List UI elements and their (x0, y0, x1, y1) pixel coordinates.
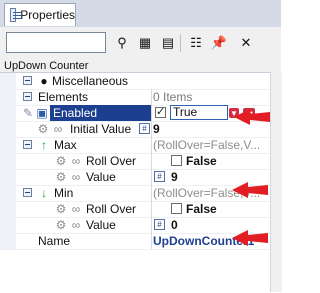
tab-bar: Properties (0, 0, 281, 28)
object-name: UpDown Counter (4, 60, 89, 72)
collapse-icon[interactable] (23, 76, 32, 85)
min-value-label: Value (86, 218, 116, 232)
name-label: Name (38, 234, 71, 248)
properties-view-icon[interactable]: ☷ (186, 34, 206, 52)
row-gutter (0, 89, 16, 105)
row-gutter (0, 137, 16, 153)
properties-icon (10, 8, 22, 22)
binding-icon: ⚙ (37, 122, 49, 136)
row-gutter (0, 201, 16, 217)
enabled-checkbox[interactable] (155, 105, 166, 118)
toolbar-separator (180, 34, 181, 52)
column-divider (151, 169, 152, 185)
column-divider (151, 233, 152, 249)
row-gutter (0, 73, 16, 89)
min-down-arrow-icon: ↓ (41, 186, 47, 200)
min-label: Min (54, 186, 74, 200)
row-miscellaneous[interactable]: ● Miscellaneous (0, 73, 270, 90)
collapse-icon[interactable] (23, 92, 32, 101)
enabled-label: Enabled (53, 106, 98, 120)
tab-properties[interactable]: Properties (4, 3, 76, 26)
row-max-rollover[interactable]: ⚙ ∞ Roll Over False (0, 153, 270, 170)
annotation-arrow-min-rollover (232, 230, 268, 246)
row-max[interactable]: ↑ Max (RollOver=False,V... (0, 137, 270, 154)
column-divider (151, 201, 152, 217)
row-gutter (0, 233, 16, 249)
link-icon: ∞ (71, 202, 81, 216)
link-icon: ∞ (71, 218, 81, 232)
link-icon: ∞ (71, 170, 81, 184)
elements-value: 0 Items (153, 90, 193, 104)
row-gutter (0, 185, 16, 201)
annotation-arrow-max-rollover (232, 182, 268, 198)
row-enabled[interactable]: ✎ ▣ Enabled True ▼ ••• (0, 105, 270, 122)
property-icon: ✎ (22, 106, 34, 120)
max-up-arrow-icon: ↑ (41, 138, 47, 152)
min-rollover-label: Roll Over (86, 202, 137, 216)
categorize-icon[interactable]: ▦ (135, 34, 155, 52)
settings-icon[interactable]: ✕ (236, 34, 256, 52)
row-elements[interactable]: Elements 0 Items (0, 89, 270, 106)
link-icon: ∞ (71, 154, 81, 168)
row-min-rollover[interactable]: ⚙ ∞ Roll Over False (0, 201, 270, 218)
elements-label: Elements (38, 90, 89, 104)
column-divider (151, 137, 152, 153)
max-value: (RollOver=False,V... (153, 138, 261, 152)
row-gutter (0, 169, 16, 185)
column-divider (151, 105, 152, 121)
right-scroll-region[interactable] (270, 72, 282, 292)
properties-panel: ⚲ ▦ ▤ ☷ 📌 ✕ UpDown Counter ● Miscellaneo… (0, 27, 282, 293)
binding-icon: ⚙ (55, 154, 67, 168)
toggle-icon: ▣ (36, 106, 48, 120)
row-gutter (0, 105, 16, 121)
numeric-icon: # (154, 219, 165, 230)
search-input[interactable] (6, 32, 106, 53)
toolbar: ⚲ ▦ ▤ ☷ 📌 ✕ (0, 27, 281, 59)
filter-icon[interactable]: ⚲ (112, 34, 132, 52)
row-gutter (0, 121, 16, 137)
miscellaneous-label: Miscellaneous (52, 74, 129, 88)
max-label: Max (54, 138, 77, 152)
binding-icon: ⚙ (55, 218, 67, 232)
initial-value-label: Initial Value (70, 122, 132, 136)
enabled-value[interactable]: True (170, 105, 228, 120)
numeric-icon: # (139, 123, 150, 134)
collapse-icon[interactable] (23, 188, 32, 197)
sort-icon[interactable]: ▤ (158, 34, 178, 52)
max-rollover-checkbox[interactable] (171, 155, 182, 166)
row-gutter (0, 153, 16, 169)
binding-icon: ⚙ (55, 202, 67, 216)
min-rollover-checkbox[interactable] (171, 203, 182, 214)
binding-icon: ⚙ (55, 170, 67, 184)
link-icon: ∞ (53, 122, 63, 136)
pin-icon[interactable]: 📌 (209, 34, 229, 52)
property-grid: ● Miscellaneous Elements 0 Items ✎ ▣ Ena… (0, 72, 270, 293)
column-divider (151, 217, 152, 233)
max-rollover-label: Roll Over (86, 154, 137, 168)
column-divider (151, 89, 152, 105)
row-initial-value[interactable]: ⚙ ∞ Initial Value # 9 (0, 121, 270, 138)
column-divider (151, 185, 152, 201)
tab-label: Properties (20, 8, 75, 22)
numeric-icon: # (154, 171, 165, 182)
collapse-icon[interactable] (23, 140, 32, 149)
column-divider (151, 153, 152, 169)
annotation-arrow-initial-value (234, 109, 270, 125)
category-icon: ● (40, 74, 48, 88)
max-value-label: Value (86, 170, 116, 184)
column-divider (151, 121, 152, 137)
row-gutter (0, 217, 16, 233)
